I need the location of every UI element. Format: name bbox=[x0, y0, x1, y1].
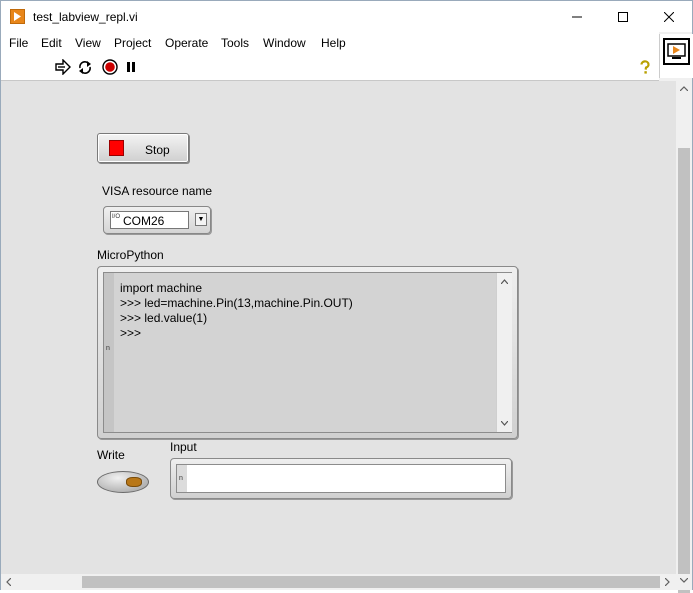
micropython-line: import machine bbox=[120, 281, 203, 295]
visa-resource-value: COM26 bbox=[123, 214, 165, 228]
vi-icon[interactable] bbox=[663, 38, 690, 65]
micropython-indicator: n import machine >>> led=machine.Pin(13,… bbox=[97, 266, 518, 439]
micropython-text-area[interactable]: n import machine >>> led=machine.Pin(13,… bbox=[103, 272, 512, 433]
micropython-line: >>> bbox=[120, 326, 142, 340]
stop-led-indicator bbox=[109, 140, 124, 156]
menu-project[interactable]: Project bbox=[114, 36, 151, 50]
vertical-scroll-thumb[interactable] bbox=[678, 148, 690, 593]
input-gutter: n bbox=[177, 465, 187, 492]
micropython-line: >>> led=machine.Pin(13,machine.Pin.OUT) bbox=[120, 296, 353, 310]
write-led-indicator bbox=[126, 477, 142, 487]
micropython-line: >>> led.value(1) bbox=[120, 311, 208, 325]
minimize-icon bbox=[572, 16, 582, 17]
input-control: n bbox=[170, 458, 512, 499]
monitor-icon bbox=[667, 43, 686, 59]
minimize-button[interactable] bbox=[554, 1, 600, 32]
menu-edit[interactable]: Edit bbox=[41, 36, 62, 50]
input-gutter-marker: n bbox=[179, 475, 183, 482]
pause-icon[interactable] bbox=[123, 59, 139, 75]
abort-icon[interactable] bbox=[102, 59, 118, 75]
scroll-down-icon[interactable] bbox=[501, 421, 508, 426]
panel-vertical-scrollbar[interactable] bbox=[676, 81, 692, 593]
horizontal-scroll-thumb[interactable] bbox=[82, 576, 660, 588]
close-button[interactable] bbox=[646, 1, 692, 32]
toolbar bbox=[1, 53, 659, 81]
labview-window: test_labview_repl.vi File Edit View Proj… bbox=[0, 0, 693, 593]
maximize-button[interactable] bbox=[600, 1, 646, 32]
menu-tools[interactable]: Tools bbox=[221, 36, 249, 50]
input-label: Input bbox=[170, 440, 197, 454]
scroll-left-icon[interactable] bbox=[6, 578, 11, 586]
title-bar: test_labview_repl.vi bbox=[1, 1, 692, 32]
visa-dropdown-button[interactable]: ▼ bbox=[195, 213, 207, 226]
write-button[interactable] bbox=[97, 471, 149, 493]
visa-resource-field[interactable]: I/O COM26 bbox=[110, 211, 189, 229]
vi-icon-pane bbox=[659, 34, 693, 78]
run-arrow-icon[interactable] bbox=[55, 59, 71, 75]
menu-window[interactable]: Window bbox=[263, 36, 306, 50]
scroll-down-icon[interactable] bbox=[680, 578, 688, 583]
micropython-gutter: n bbox=[104, 273, 114, 432]
scrollbar-corner bbox=[676, 574, 692, 590]
menu-help[interactable]: Help bbox=[321, 36, 346, 50]
micropython-scrollbar[interactable] bbox=[496, 273, 512, 432]
menu-bar: File Edit View Project Operate Tools Win… bbox=[1, 32, 659, 53]
menu-view[interactable]: View bbox=[75, 36, 101, 50]
run-continuously-icon[interactable] bbox=[77, 59, 93, 75]
visa-resource-label: VISA resource name bbox=[102, 184, 213, 198]
menu-file[interactable]: File bbox=[9, 36, 28, 50]
maximize-icon bbox=[618, 11, 628, 22]
write-label: Write bbox=[97, 448, 125, 462]
scroll-up-icon[interactable] bbox=[680, 86, 688, 91]
micropython-label: MicroPython bbox=[97, 248, 164, 262]
menu-operate[interactable]: Operate bbox=[165, 36, 208, 50]
front-panel: Stop VISA resource name I/O COM26 ▼ Micr… bbox=[1, 81, 676, 574]
micropython-gutter-marker: n bbox=[106, 345, 110, 352]
labview-app-icon bbox=[10, 9, 25, 24]
stop-button-label: Stop bbox=[145, 143, 170, 157]
input-text-field[interactable]: n bbox=[176, 464, 506, 493]
visa-resource-control[interactable]: I/O COM26 ▼ bbox=[103, 206, 211, 234]
window-title: test_labview_repl.vi bbox=[33, 10, 138, 24]
help-icon[interactable] bbox=[637, 59, 653, 75]
visa-io-marker: I/O bbox=[112, 214, 121, 220]
scroll-right-icon[interactable] bbox=[665, 578, 670, 586]
chevron-down-icon: ▼ bbox=[197, 216, 205, 223]
close-icon bbox=[664, 11, 674, 22]
stop-button[interactable]: Stop bbox=[97, 133, 189, 163]
panel-horizontal-scrollbar[interactable] bbox=[1, 574, 676, 590]
scroll-up-icon[interactable] bbox=[501, 279, 508, 284]
